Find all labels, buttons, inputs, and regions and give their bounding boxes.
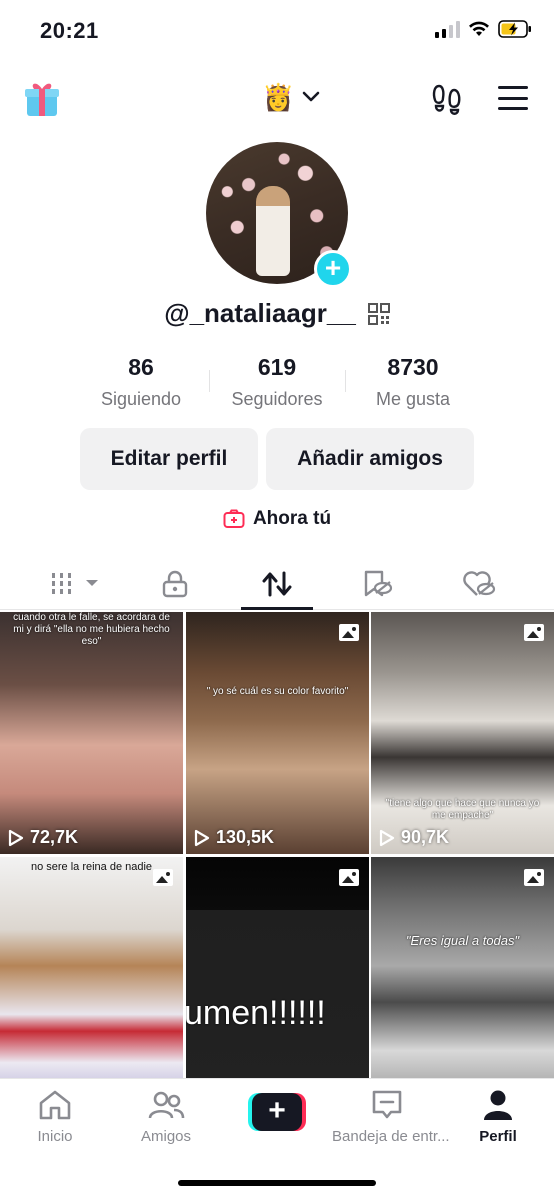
now-you-label: Ahora tú (252, 508, 332, 529)
chevron-down-icon (303, 91, 320, 102)
stat-likes[interactable]: 8730 Me gusta (338, 354, 488, 410)
add-avatar-button[interactable]: + (314, 250, 352, 288)
profile-icon (484, 1090, 512, 1120)
grid-item-caption: "Eres igual a todas" (405, 933, 520, 948)
tab-videos[interactable] (40, 564, 120, 604)
nav-friends[interactable]: Amigos (111, 1089, 221, 1145)
nav-home-label: Inicio (37, 1128, 73, 1145)
grid-item-caption: umen!!!!!! (186, 994, 326, 1032)
footprints-icon[interactable] (430, 82, 464, 116)
qr-code-icon[interactable] (367, 302, 390, 325)
nav-friends-label: Amigos (140, 1128, 192, 1145)
followers-label: Seguidores (231, 389, 323, 409)
photo-icon (524, 624, 544, 641)
view-count: 90,7K (379, 827, 449, 848)
nav-home[interactable]: Inicio (0, 1089, 110, 1145)
grid-item[interactable]: cuando otra le falle, se acordara de mi … (0, 612, 183, 854)
add-friends-button[interactable]: Añadir amigos (266, 428, 474, 490)
view-count: 72,7K (8, 827, 78, 848)
repost-icon (262, 571, 292, 597)
play-icon (379, 829, 395, 846)
add-story-icon (223, 509, 245, 528)
username-row: @_nataliaagr__ (0, 298, 554, 329)
nav-inbox[interactable]: Bandeja de entr... (332, 1089, 450, 1145)
nav-inbox-label: Bandeja de entr... (332, 1128, 450, 1145)
now-you-link[interactable]: Ahora tú (0, 508, 554, 530)
username: @_nataliaagr__ (164, 298, 356, 328)
tab-liked[interactable] (444, 564, 514, 604)
lock-icon (162, 570, 188, 598)
photo-icon (339, 624, 359, 641)
create-button[interactable]: + (248, 1093, 306, 1131)
gift-icon[interactable] (24, 78, 60, 118)
status-time: 20:21 (40, 18, 99, 43)
friends-icon (148, 1091, 185, 1119)
grid-item-caption: " yo sé cuál es su color favorito" (206, 686, 349, 697)
home-icon (39, 1090, 71, 1120)
grid-item[interactable]: "Eres igual a todas" (371, 857, 554, 1099)
account-switcher[interactable]: 👸 (262, 82, 320, 112)
photo-icon (524, 869, 544, 886)
view-count: 130,5K (194, 827, 274, 848)
grid-item[interactable]: " yo sé cuál es su color favorito" 130,5… (186, 612, 369, 854)
tab-saved[interactable] (342, 564, 412, 604)
grid-item[interactable]: umen!!!!!! (186, 857, 369, 1099)
profile-stats: 86 Siguiendo 619 Seguidores 8730 Me gust… (0, 354, 554, 414)
home-indicator (178, 1180, 376, 1186)
grid-item[interactable]: no sere la reina de nadie (0, 857, 183, 1099)
stat-following[interactable]: 86 Siguiendo (66, 354, 216, 410)
profile-tabs (0, 556, 554, 610)
following-count: 86 (128, 354, 154, 380)
edit-profile-button[interactable]: Editar perfil (80, 428, 258, 490)
wifi-icon (469, 21, 489, 36)
nav-profile[interactable]: Perfil (443, 1089, 553, 1145)
grid-item-caption: cuando otra le falle, se acordara de mi … (13, 612, 170, 647)
battery-icon (498, 20, 531, 38)
grid-item[interactable]: "tiene algo que hace que nunca yo me emp… (371, 612, 554, 854)
following-label: Siguiendo (100, 389, 182, 409)
tab-private[interactable] (140, 564, 210, 604)
grid-item-caption: "tiene algo que hace que nunca yo me emp… (385, 798, 540, 821)
likes-count: 8730 (387, 354, 439, 380)
active-tab-indicator (241, 607, 313, 610)
nav-profile-label: Perfil (479, 1128, 517, 1145)
grid-icon (52, 573, 98, 594)
likes-label: Me gusta (375, 389, 451, 409)
play-icon (8, 829, 24, 846)
liked-hidden-icon (463, 571, 496, 596)
grid-item-caption: no sere la reina de nadie (30, 861, 153, 873)
video-grid: cuando otra le falle, se acordara de mi … (0, 612, 554, 1099)
stat-followers[interactable]: 619 Seguidores (202, 354, 352, 410)
inbox-icon (372, 1090, 402, 1119)
followers-count: 619 (257, 354, 297, 380)
avatar-container[interactable]: + (206, 142, 352, 288)
photo-icon (339, 869, 359, 886)
tab-reposts[interactable] (242, 564, 312, 604)
signal-icon (435, 20, 460, 38)
plus-icon: + (252, 1093, 302, 1131)
top-nav: 👸 (0, 72, 554, 128)
status-bar: 20:21 (0, 0, 554, 64)
saved-hidden-icon (364, 570, 393, 597)
play-icon (194, 829, 210, 846)
status-icons (435, 20, 532, 38)
account-emoji: 👸 (262, 82, 295, 112)
menu-icon[interactable] (498, 86, 528, 110)
